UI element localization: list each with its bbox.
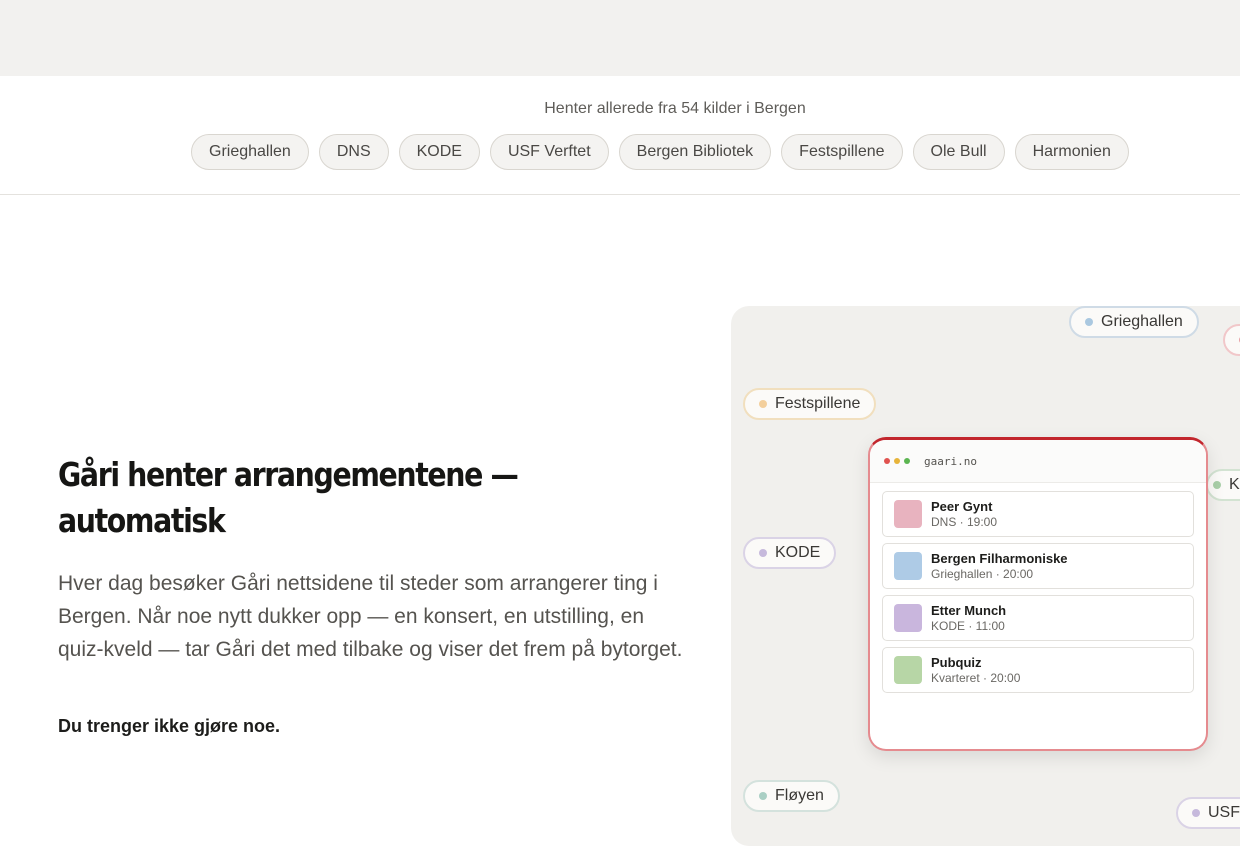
- maximize-dot-icon: [904, 458, 910, 464]
- event-thumbnail: [894, 656, 922, 684]
- browser-mockup: gaari.no Peer Gynt DNS · 19:00 Bergen Fi…: [868, 437, 1208, 751]
- source-chip-ole-bull[interactable]: Ole Bull: [912, 134, 1005, 170]
- event-thumbnail: [894, 604, 922, 632]
- floating-source-partial-top: [1223, 324, 1240, 356]
- source-chip-dns[interactable]: DNS: [318, 134, 389, 170]
- event-title: Bergen Filharmoniske: [931, 550, 1068, 566]
- close-dot-icon: [884, 458, 890, 464]
- event-card: Peer Gynt DNS · 19:00: [882, 491, 1194, 537]
- event-meta: Grieghallen · 20:00: [931, 566, 1034, 581]
- event-list: Peer Gynt DNS · 19:00 Bergen Filharmonis…: [870, 483, 1206, 693]
- event-card: Etter Munch KODE · 11:00: [882, 595, 1194, 641]
- source-dot-icon: [1192, 809, 1200, 817]
- event-meta: DNS · 19:00: [931, 514, 998, 529]
- event-meta: Kvarteret · 20:00: [931, 670, 1021, 685]
- source-dot-icon: [759, 549, 767, 557]
- browser-url: gaari.no: [924, 454, 977, 468]
- source-chip-row: Grieghallen DNS KODE USF Verftet Bergen …: [191, 134, 1129, 170]
- headline-line-2: automatisk: [58, 501, 226, 540]
- event-card: Pubquiz Kvarteret · 20:00: [882, 647, 1194, 693]
- illustration-panel: Grieghallen Festspillene K KODE Fløyen U…: [731, 306, 1240, 846]
- source-dot-icon: [1085, 318, 1093, 326]
- floating-source-grieghallen: Grieghallen: [1069, 306, 1199, 338]
- floating-source-k: K: [1206, 469, 1240, 501]
- source-dot-icon: [759, 400, 767, 408]
- event-title: Peer Gynt: [931, 498, 993, 514]
- event-title: Etter Munch: [931, 602, 1007, 618]
- browser-address-bar: gaari.no: [870, 440, 1206, 483]
- floating-source-usf: USF: [1176, 797, 1240, 829]
- source-chip-harmonien[interactable]: Harmonien: [1014, 134, 1129, 170]
- section-note: Du trenger ikke gjøre noe.: [58, 716, 281, 736]
- event-card: Bergen Filharmoniske Grieghallen · 20:00: [882, 543, 1194, 589]
- source-dot-icon: [1213, 481, 1221, 489]
- source-chip-kode[interactable]: KODE: [398, 134, 480, 170]
- floating-source-kode: KODE: [743, 537, 837, 569]
- floating-source-festspillene: Festspillene: [743, 388, 877, 420]
- sources-caption: Henter allerede fra 54 kilder i Bergen: [544, 100, 806, 117]
- source-dot-icon: [759, 792, 767, 800]
- section-headline: Gåri henter arrangementene — automatisk: [58, 452, 574, 544]
- event-thumbnail: [894, 500, 922, 528]
- event-thumbnail: [894, 552, 922, 580]
- floating-source-label: USF: [1208, 804, 1240, 821]
- event-title: Pubquiz: [931, 654, 982, 670]
- top-band: [0, 0, 1240, 76]
- section-lead: Hver dag besøker Gåri nettsidene til ste…: [58, 572, 683, 661]
- floating-source-label: Grieghallen: [1101, 313, 1183, 330]
- source-chip-bergen-bibliotek[interactable]: Bergen Bibliotek: [618, 134, 772, 170]
- sources-strip: Henter allerede fra 54 kilder i Bergen G…: [0, 76, 1240, 195]
- floating-source-floyen: Fløyen: [743, 780, 840, 812]
- source-chip-usf-verftet[interactable]: USF Verftet: [489, 134, 609, 170]
- source-chip-festspillene[interactable]: Festspillene: [781, 134, 903, 170]
- floating-source-label: Festspillene: [775, 395, 861, 412]
- floating-source-label: K: [1229, 476, 1240, 493]
- source-chip-grieghallen[interactable]: Grieghallen: [191, 134, 309, 170]
- minimize-dot-icon: [894, 458, 900, 464]
- floating-source-label: KODE: [775, 544, 821, 561]
- floating-source-label: Fløyen: [775, 787, 824, 804]
- headline-line-1: Gåri henter arrangementene —: [58, 455, 519, 494]
- event-meta: KODE · 11:00: [931, 618, 1005, 633]
